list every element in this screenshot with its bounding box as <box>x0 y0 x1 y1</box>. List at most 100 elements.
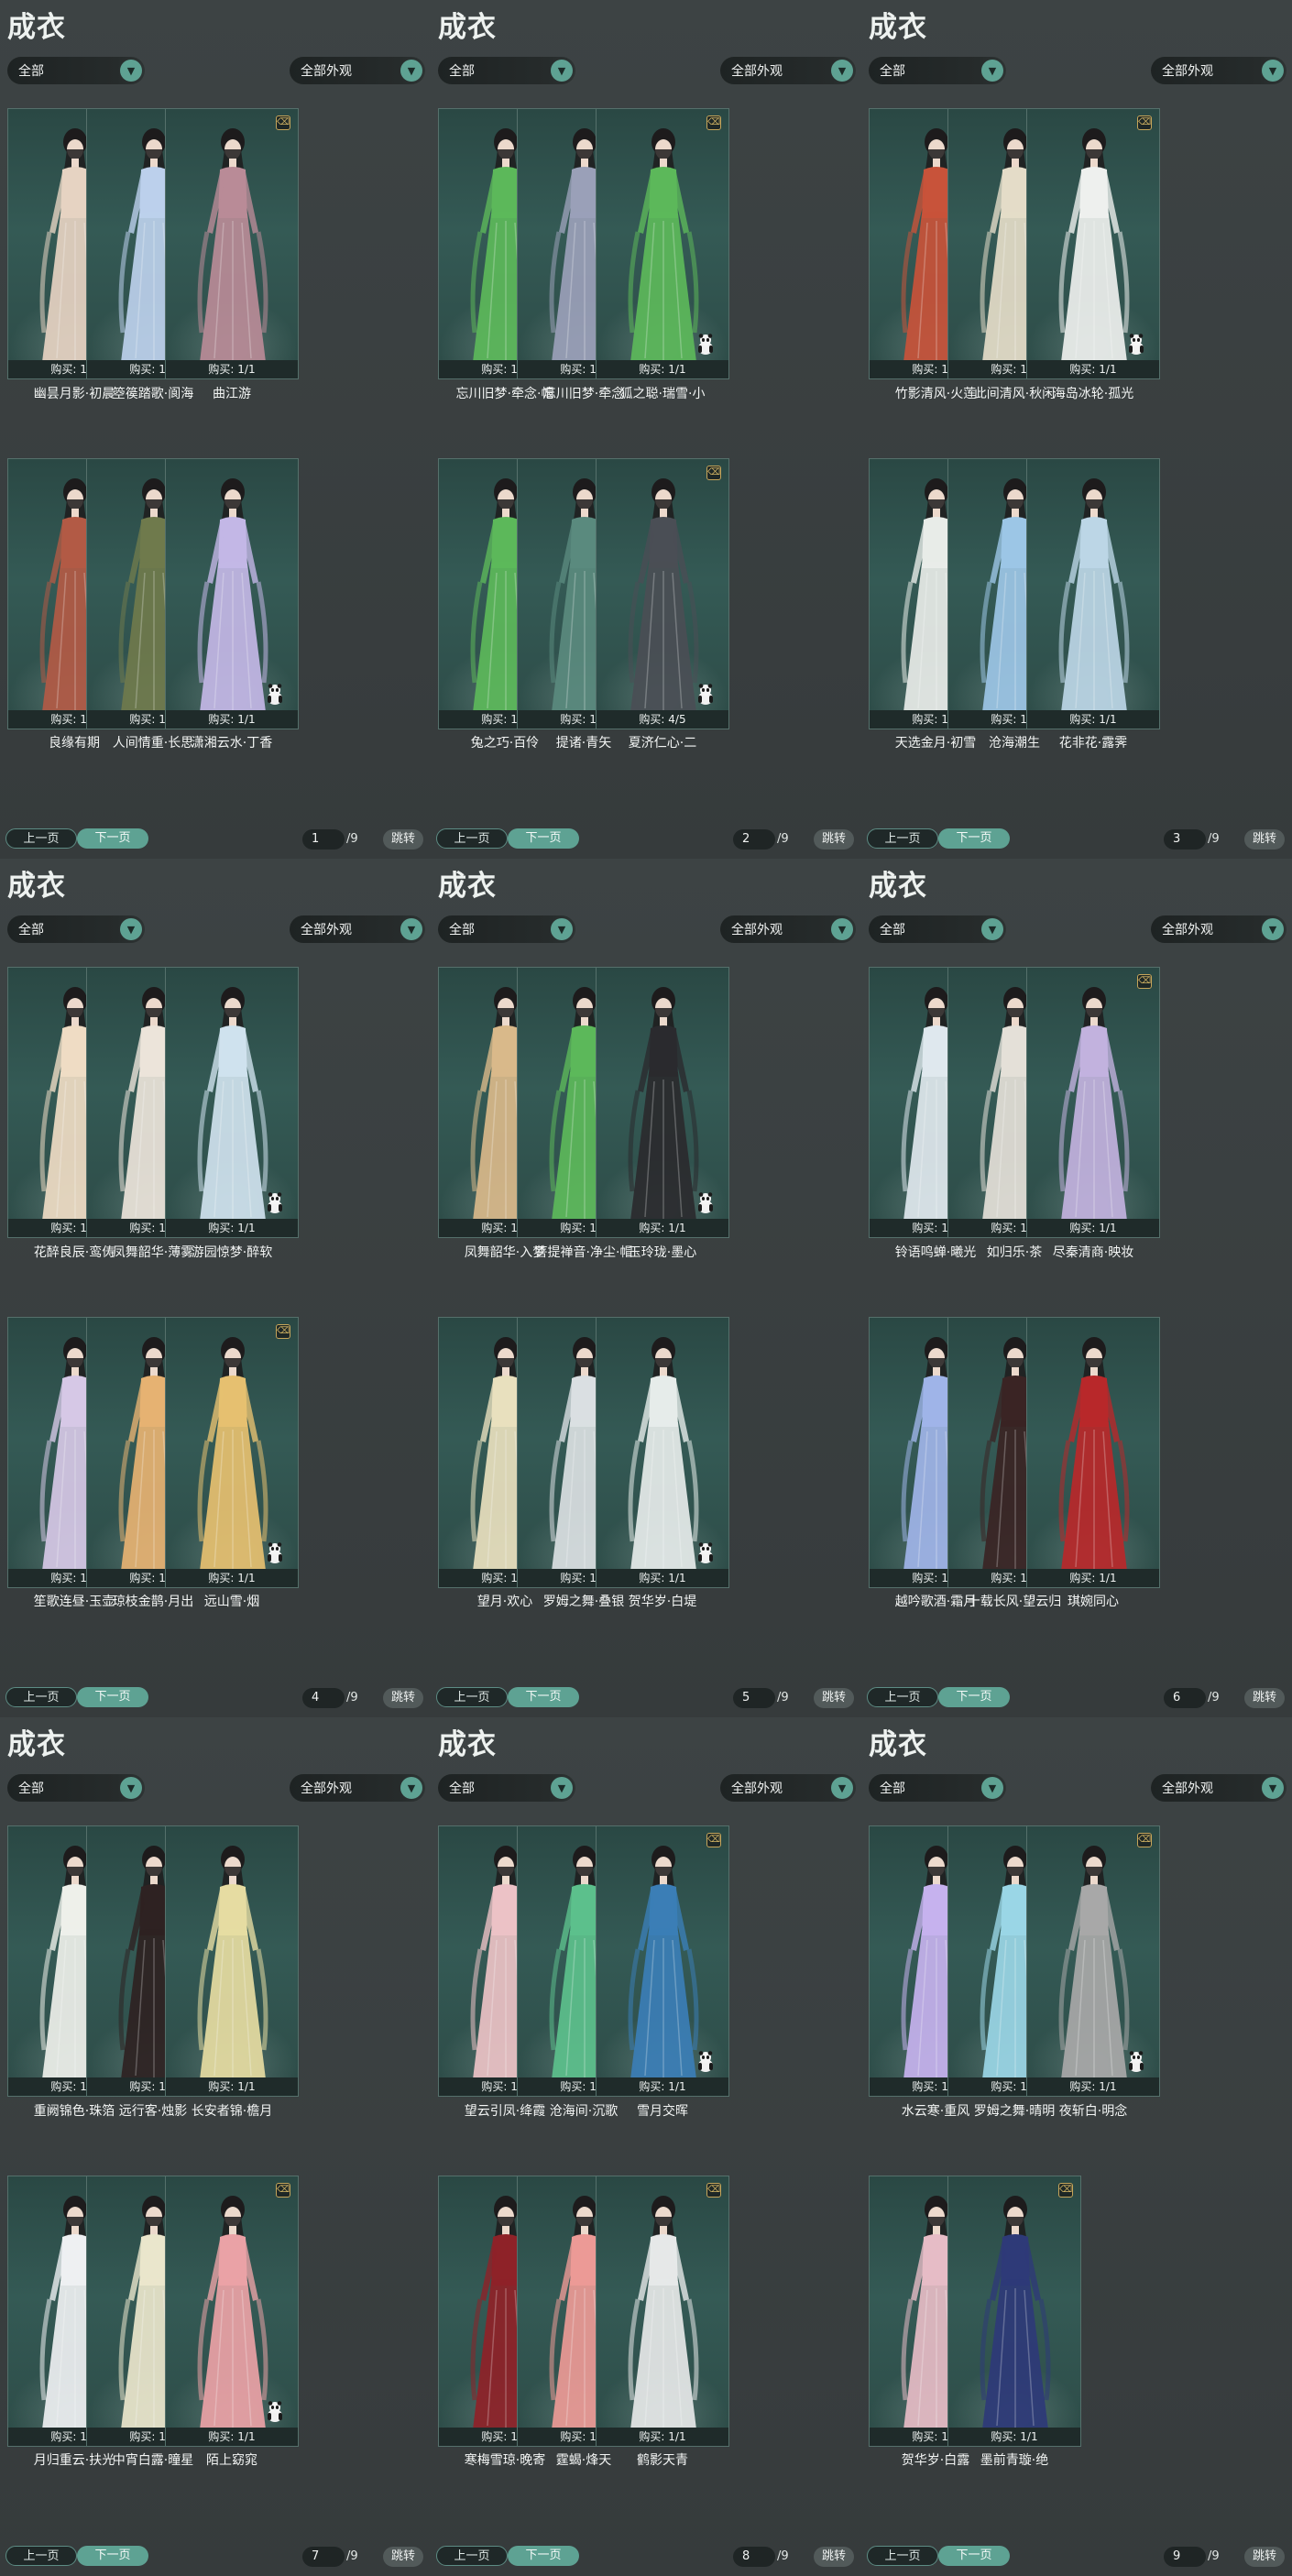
chevron-down-icon[interactable]: ▼ <box>1262 1777 1284 1799</box>
prev-page-button[interactable]: 上一页 <box>436 2546 508 2566</box>
trash-icon[interactable]: ⌫ <box>276 1324 290 1339</box>
chevron-down-icon[interactable]: ▼ <box>831 918 853 940</box>
trash-icon[interactable]: ⌫ <box>1058 2183 1073 2198</box>
jump-button[interactable]: 跳转 <box>814 829 854 850</box>
outfit-card[interactable]: 购买: 1/1 <box>165 967 299 1238</box>
chevron-down-icon[interactable]: ▼ <box>120 1777 142 1799</box>
trash-icon[interactable]: ⌫ <box>276 115 290 130</box>
next-page-button[interactable]: 下一页 <box>77 1687 148 1707</box>
outfit-card[interactable]: ⌫ 购买: 1/1 <box>596 108 729 379</box>
chevron-down-icon[interactable]: ▼ <box>400 1777 422 1799</box>
outfit-card[interactable]: 购买: 1/1 <box>596 967 729 1238</box>
category-filter-dropdown[interactable]: 全部 ▼ <box>869 915 1006 943</box>
appearance-filter-dropdown[interactable]: 全部外观 ▼ <box>720 915 856 943</box>
category-filter-dropdown[interactable]: 全部 ▼ <box>7 57 145 84</box>
page-number-input[interactable]: 3 <box>1164 829 1206 850</box>
jump-button[interactable]: 跳转 <box>814 1688 854 1708</box>
prev-page-button[interactable]: 上一页 <box>5 2546 77 2566</box>
page-number-input[interactable]: 4 <box>302 1688 345 1708</box>
appearance-filter-dropdown[interactable]: 全部外观 ▼ <box>290 57 425 84</box>
next-page-button[interactable]: 下一页 <box>508 828 579 849</box>
next-page-button[interactable]: 下一页 <box>938 1687 1010 1707</box>
outfit-card[interactable]: ⌫ 购买: 1/1 <box>165 1317 299 1588</box>
page-number-input[interactable]: 8 <box>733 2547 775 2567</box>
trash-icon[interactable]: ⌫ <box>706 115 721 130</box>
outfit-card[interactable]: ⌫ 购买: 1/1 <box>165 2176 299 2447</box>
chevron-down-icon[interactable]: ▼ <box>831 1777 853 1799</box>
page-number-input[interactable]: 6 <box>1164 1688 1206 1708</box>
outfit-card[interactable]: 购买: 1/1 <box>165 458 299 729</box>
jump-button[interactable]: 跳转 <box>1244 1688 1285 1708</box>
jump-button[interactable]: 跳转 <box>1244 829 1285 850</box>
page-number-input[interactable]: 2 <box>733 829 775 850</box>
chevron-down-icon[interactable]: ▼ <box>1262 918 1284 940</box>
outfit-card[interactable]: 购买: 1/1 <box>596 1317 729 1588</box>
chevron-down-icon[interactable]: ▼ <box>831 60 853 82</box>
trash-icon[interactable]: ⌫ <box>1137 974 1152 989</box>
chevron-down-icon[interactable]: ▼ <box>120 918 142 940</box>
outfit-card[interactable]: ⌫ 购买: 1/1 <box>596 2176 729 2447</box>
next-page-button[interactable]: 下一页 <box>938 2546 1010 2566</box>
outfit-card[interactable]: ⌫ 购买: 1/1 <box>165 108 299 379</box>
appearance-filter-dropdown[interactable]: 全部外观 ▼ <box>1151 915 1287 943</box>
prev-page-button[interactable]: 上一页 <box>436 828 508 849</box>
outfit-card[interactable]: 购买: 1/1 <box>1026 1317 1160 1588</box>
category-filter-dropdown[interactable]: 全部 ▼ <box>438 1774 575 1802</box>
next-page-button[interactable]: 下一页 <box>938 828 1010 849</box>
category-filter-dropdown[interactable]: 全部 ▼ <box>869 57 1006 84</box>
chevron-down-icon[interactable]: ▼ <box>551 1777 573 1799</box>
outfit-card[interactable]: ⌫ 购买: 1/1 <box>596 1825 729 2097</box>
appearance-filter-dropdown[interactable]: 全部外观 ▼ <box>720 1774 856 1802</box>
category-filter-dropdown[interactable]: 全部 ▼ <box>7 1774 145 1802</box>
outfit-card[interactable]: ⌫ 购买: 1/1 <box>1026 108 1160 379</box>
chevron-down-icon[interactable]: ▼ <box>551 918 573 940</box>
chevron-down-icon[interactable]: ▼ <box>1262 60 1284 82</box>
prev-page-button[interactable]: 上一页 <box>5 828 77 849</box>
prev-page-button[interactable]: 上一页 <box>867 2546 938 2566</box>
trash-icon[interactable]: ⌫ <box>1137 1833 1152 1847</box>
outfit-card[interactable]: ⌫ 购买: 1/1 <box>1026 967 1160 1238</box>
next-page-button[interactable]: 下一页 <box>77 828 148 849</box>
prev-page-button[interactable]: 上一页 <box>436 1687 508 1707</box>
chevron-down-icon[interactable]: ▼ <box>400 60 422 82</box>
chevron-down-icon[interactable]: ▼ <box>551 60 573 82</box>
trash-icon[interactable]: ⌫ <box>706 1833 721 1847</box>
category-filter-dropdown[interactable]: 全部 ▼ <box>438 57 575 84</box>
appearance-filter-dropdown[interactable]: 全部外观 ▼ <box>290 1774 425 1802</box>
next-page-button[interactable]: 下一页 <box>77 2546 148 2566</box>
outfit-card[interactable]: ⌫ 购买: 4/5 <box>596 458 729 729</box>
category-filter-dropdown[interactable]: 全部 ▼ <box>869 1774 1006 1802</box>
jump-button[interactable]: 跳转 <box>1244 2547 1285 2567</box>
next-page-button[interactable]: 下一页 <box>508 1687 579 1707</box>
jump-button[interactable]: 跳转 <box>814 2547 854 2567</box>
prev-page-button[interactable]: 上一页 <box>5 1687 77 1707</box>
chevron-down-icon[interactable]: ▼ <box>981 1777 1003 1799</box>
trash-icon[interactable]: ⌫ <box>1137 115 1152 130</box>
outfit-card[interactable]: 购买: 1/1 <box>165 1825 299 2097</box>
jump-button[interactable]: 跳转 <box>383 2547 423 2567</box>
next-page-button[interactable]: 下一页 <box>508 2546 579 2566</box>
jump-button[interactable]: 跳转 <box>383 1688 423 1708</box>
page-number-input[interactable]: 9 <box>1164 2547 1206 2567</box>
appearance-filter-dropdown[interactable]: 全部外观 ▼ <box>290 915 425 943</box>
chevron-down-icon[interactable]: ▼ <box>120 60 142 82</box>
category-filter-dropdown[interactable]: 全部 ▼ <box>7 915 145 943</box>
trash-icon[interactable]: ⌫ <box>706 466 721 480</box>
chevron-down-icon[interactable]: ▼ <box>400 918 422 940</box>
category-filter-dropdown[interactable]: 全部 ▼ <box>438 915 575 943</box>
trash-icon[interactable]: ⌫ <box>276 2183 290 2198</box>
outfit-card[interactable]: ⌫ 购买: 1/1 <box>947 2176 1081 2447</box>
outfit-card[interactable]: 购买: 1/1 <box>1026 458 1160 729</box>
page-number-input[interactable]: 5 <box>733 1688 775 1708</box>
page-number-input[interactable]: 7 <box>302 2547 345 2567</box>
prev-page-button[interactable]: 上一页 <box>867 828 938 849</box>
outfit-card[interactable]: ⌫ 购买: 1/1 <box>1026 1825 1160 2097</box>
appearance-filter-dropdown[interactable]: 全部外观 ▼ <box>1151 1774 1287 1802</box>
trash-icon[interactable]: ⌫ <box>706 2183 721 2198</box>
appearance-filter-dropdown[interactable]: 全部外观 ▼ <box>1151 57 1287 84</box>
jump-button[interactable]: 跳转 <box>383 829 423 850</box>
chevron-down-icon[interactable]: ▼ <box>981 60 1003 82</box>
chevron-down-icon[interactable]: ▼ <box>981 918 1003 940</box>
appearance-filter-dropdown[interactable]: 全部外观 ▼ <box>720 57 856 84</box>
page-number-input[interactable]: 1 <box>302 829 345 850</box>
